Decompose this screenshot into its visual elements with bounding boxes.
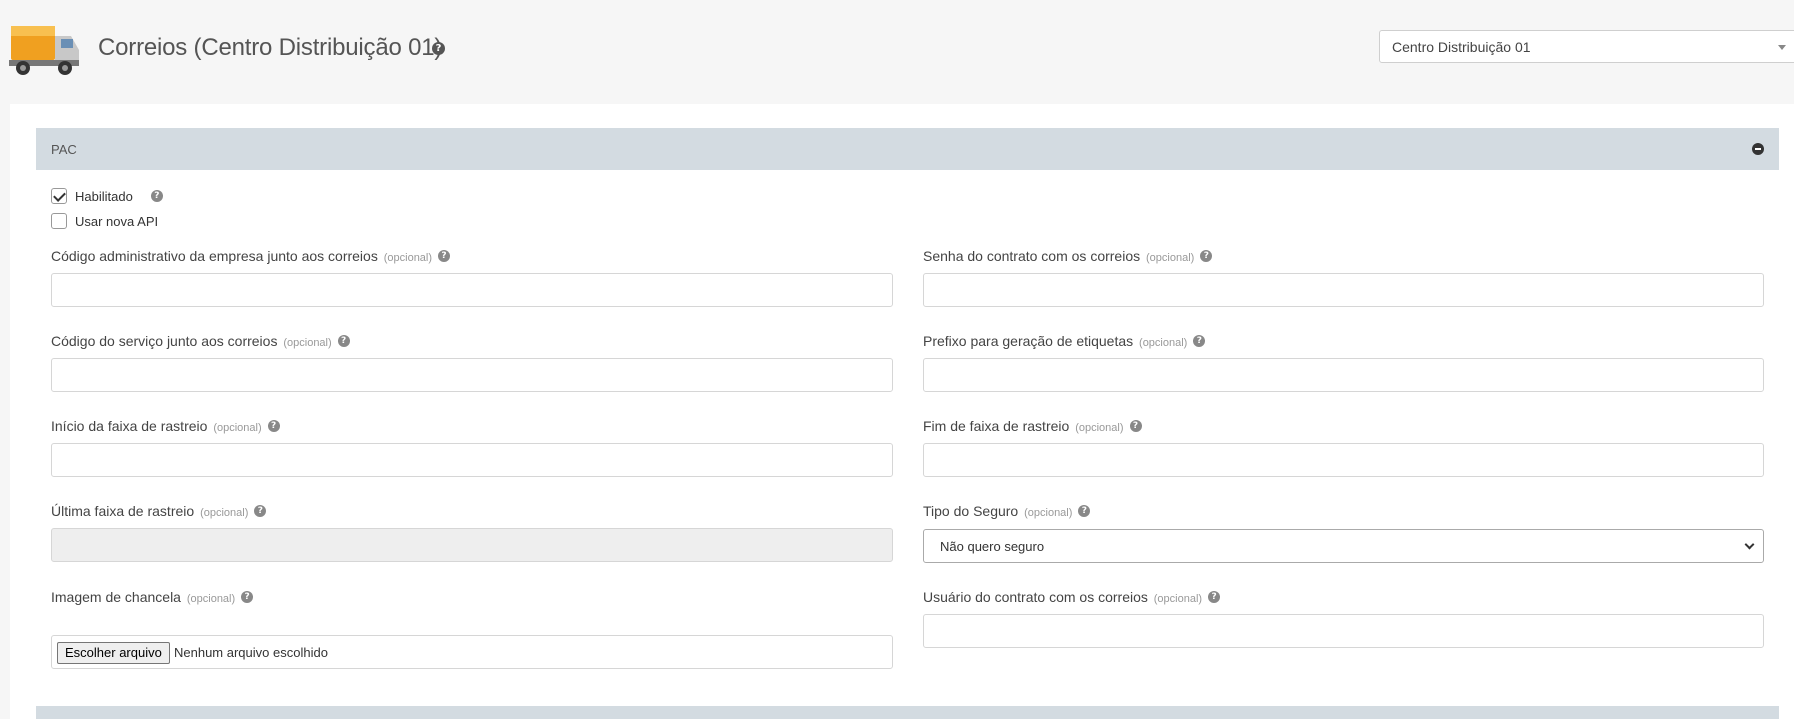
senha-contrato-input[interactable] — [923, 273, 1764, 307]
question-circle-icon[interactable]: ? — [254, 505, 267, 518]
choose-file-button[interactable]: Escolher arquivo — [57, 642, 170, 664]
label-text: Início da faixa de rastreio — [51, 418, 208, 434]
label-text: Imagem de chancela — [51, 589, 181, 605]
habilitado-label: Habilitado — [75, 188, 133, 204]
optional-tag: (opcional) — [213, 422, 262, 434]
optional-tag: (opcional) — [1153, 593, 1203, 605]
habilitado-checkbox[interactable] — [51, 188, 67, 204]
optional-tag: (opcional) — [200, 507, 249, 519]
habilitado-row: Habilitado ? — [51, 188, 163, 204]
fim-faixa-input[interactable] — [923, 443, 1764, 477]
nova-api-checkbox[interactable] — [51, 213, 67, 229]
distribution-center-select[interactable]: Centro Distribuição 01 — [1379, 30, 1794, 63]
tipo-seguro-label: Tipo do Seguro (opcional)? — [923, 503, 1091, 519]
question-circle-icon[interactable]: ? — [267, 420, 280, 433]
minus-circle-icon[interactable] — [1752, 143, 1764, 155]
page-header: Correios (Centro Distribuição 01) ? Cent… — [0, 0, 1794, 98]
imagem-chancela-label: Imagem de chancela (opcional)? — [51, 589, 254, 605]
question-circle-icon[interactable]: ? — [438, 250, 451, 263]
question-circle-icon[interactable]: ? — [1078, 505, 1091, 518]
question-circle-icon[interactable]: ? — [150, 190, 163, 202]
label-text: Código administrativo da empresa junto a… — [51, 248, 378, 264]
senha-contrato-label: Senha do contrato com os correios (opcio… — [923, 248, 1213, 264]
optional-tag: (opcional) — [186, 593, 236, 605]
optional-tag: (opcional) — [1139, 337, 1188, 349]
label-text: Senha do contrato com os correios — [923, 248, 1141, 264]
usuario-contrato-label: Usuário do contrato com os correios (opc… — [923, 589, 1221, 605]
next-section-header[interactable] — [36, 706, 1779, 719]
label-text: Código do serviço junto aos correios — [51, 333, 278, 349]
section-header-pac[interactable]: PAC — [36, 128, 1779, 170]
question-circle-icon[interactable]: ? — [241, 591, 254, 604]
optional-tag: (opcional) — [1146, 252, 1195, 264]
label-text: Tipo do Seguro — [923, 503, 1019, 519]
question-circle-icon[interactable]: ? — [1208, 591, 1221, 604]
question-circle-icon[interactable]: ? — [1193, 335, 1206, 348]
tipo-seguro-value: Não quero seguro — [940, 539, 1045, 554]
codigo-servico-input[interactable] — [51, 358, 893, 392]
file-status: Nenhum arquivo escolhido — [174, 645, 328, 660]
question-circle-icon[interactable]: ? — [432, 42, 445, 55]
tipo-seguro-select[interactable]: Não quero seguro — [923, 529, 1764, 563]
label-text: Fim de faixa de rastreio — [923, 418, 1070, 434]
nova-api-row: Usar nova API — [51, 213, 158, 229]
chevron-down-icon — [1744, 539, 1755, 550]
section-title: PAC — [51, 142, 77, 157]
codigo-admin-label: Código administrativo da empresa junto a… — [51, 248, 451, 264]
imagem-chancela-file-input[interactable]: Escolher arquivo Nenhum arquivo escolhid… — [51, 635, 893, 669]
label-text: Usuário do contrato com os correios — [923, 589, 1148, 605]
codigo-admin-input[interactable] — [51, 273, 893, 307]
optional-tag: (opcional) — [1075, 422, 1124, 434]
page-title: Correios (Centro Distribuição 01) — [98, 34, 443, 61]
ultima-faixa-label: Última faixa de rastreio (opcional)? — [51, 503, 267, 519]
prefixo-etiquetas-input[interactable] — [923, 358, 1764, 392]
inicio-faixa-label: Início da faixa de rastreio (opcional)? — [51, 418, 280, 434]
inicio-faixa-input[interactable] — [51, 443, 893, 477]
distribution-center-value: Centro Distribuição 01 — [1392, 39, 1531, 55]
question-circle-icon[interactable]: ? — [1200, 250, 1213, 263]
optional-tag: (opcional) — [283, 337, 332, 349]
question-circle-icon[interactable]: ? — [337, 335, 350, 348]
label-text: Prefixo para geração de etiquetas — [923, 333, 1134, 349]
nova-api-label: Usar nova API — [75, 213, 159, 229]
caret-down-icon — [1778, 45, 1786, 50]
optional-tag: (opcional) — [383, 252, 433, 264]
question-circle-icon[interactable]: ? — [1129, 420, 1142, 433]
usuario-contrato-input[interactable] — [923, 614, 1764, 648]
truck-icon — [9, 26, 79, 75]
ultima-faixa-input — [51, 528, 893, 562]
optional-tag: (opcional) — [1024, 507, 1073, 519]
codigo-servico-label: Código do serviço junto aos correios (op… — [51, 333, 350, 349]
prefixo-etiquetas-label: Prefixo para geração de etiquetas (opcio… — [923, 333, 1206, 349]
label-text: Última faixa de rastreio — [51, 503, 195, 519]
fim-faixa-label: Fim de faixa de rastreio (opcional)? — [923, 418, 1142, 434]
